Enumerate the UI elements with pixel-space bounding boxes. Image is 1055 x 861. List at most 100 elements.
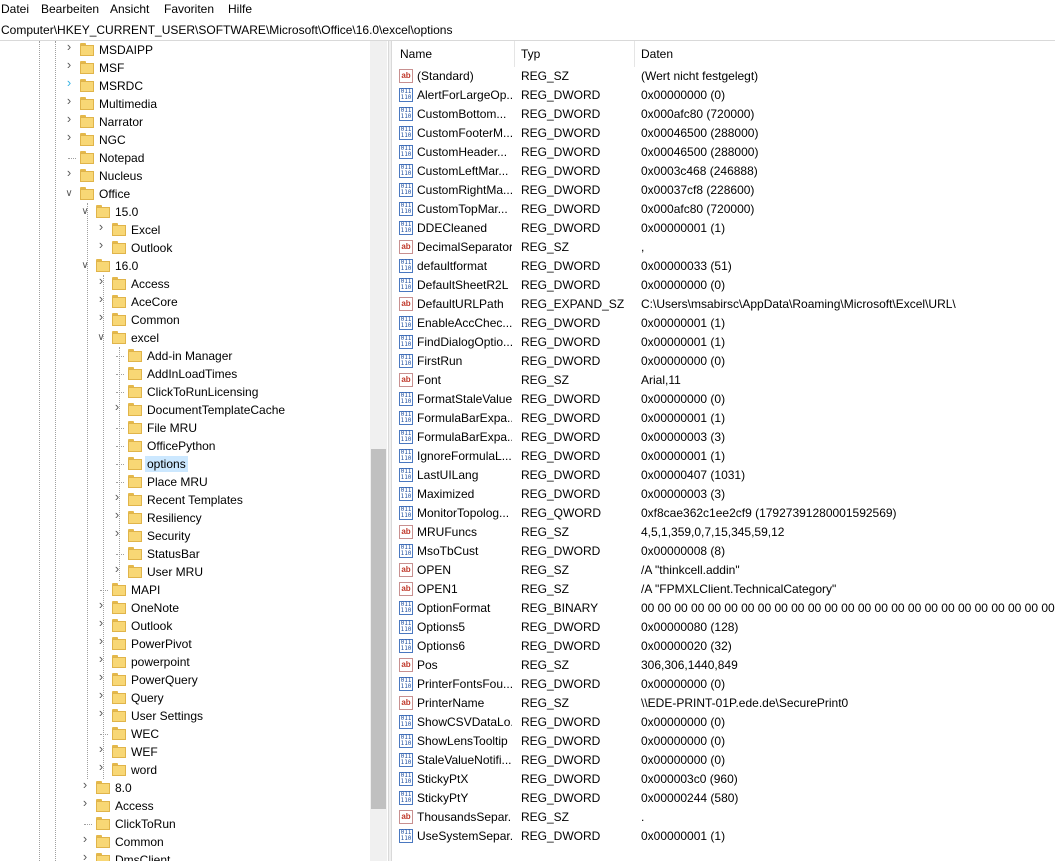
value-row[interactable]: ab (Standard) REG_SZ (Wert nicht festgelegt… — [394, 67, 1055, 86]
chevron-right-icon[interactable]: › — [96, 706, 106, 719]
chevron-right-icon[interactable]: › — [96, 652, 106, 665]
tree-node[interactable]: Notepad — [0, 149, 370, 167]
value-row[interactable]: 011 110 CustomHeader... REG_DWORD 0x0004650… — [394, 143, 1055, 162]
menu-hilfe[interactable]: Hilfe — [228, 2, 252, 16]
tree-node[interactable]: › MSDAIPP — [0, 41, 370, 59]
value-row[interactable]: 011 110 defaultformat REG_DWORD 0x00000033 … — [394, 257, 1055, 276]
chevron-right-icon[interactable]: › — [112, 526, 122, 539]
tree-node[interactable]: WEC — [0, 725, 370, 743]
value-row[interactable]: 011 110 FirstRun REG_DWORD 0x00000000 (0) — [394, 352, 1055, 371]
value-row[interactable]: 011 110 StickyPtX REG_DWORD 0x000003c0 (960… — [394, 770, 1055, 789]
value-row[interactable]: ab OPEN1 REG_SZ/A "FPMXLClient.TechnicalCa… — [394, 580, 1055, 599]
chevron-right-icon[interactable]: › — [64, 112, 74, 125]
chevron-right-icon[interactable]: › — [64, 94, 74, 107]
tree-node[interactable]: ∨ Office — [0, 185, 370, 203]
value-row[interactable]: 011 110 ShowCSVDataLo... REG_DWORD 0x000000… — [394, 713, 1055, 732]
value-row[interactable]: 011 110 CustomTopMar... REG_DWORD 0x000afc8… — [394, 200, 1055, 219]
value-row[interactable]: ab ThousandsSepar... REG_SZ. — [394, 808, 1055, 827]
value-row[interactable]: 011 110 UseSystemSepar... REG_DWORD 0x00000… — [394, 827, 1055, 846]
value-row[interactable]: 011 110 ShowLensTooltip REG_DWORD 0x0000000… — [394, 732, 1055, 751]
address-bar[interactable]: Computer\HKEY_CURRENT_USER\SOFTWARE\Micr… — [0, 20, 1055, 41]
chevron-right-icon[interactable]: › — [96, 742, 106, 755]
value-row[interactable]: 011 110 IgnoreFormulaL... REG_DWORD 0x00000… — [394, 447, 1055, 466]
tree-node[interactable]: › Security — [0, 526, 370, 545]
chevron-right-icon[interactable]: › — [96, 598, 106, 611]
value-row[interactable]: 011 110 CustomLeftMar... REG_DWORD 0x0003c4… — [394, 162, 1055, 181]
address-path[interactable]: Computer\HKEY_CURRENT_USER\SOFTWARE\Micr… — [1, 23, 452, 37]
tree-node[interactable]: OfficePython — [0, 437, 370, 455]
value-row[interactable]: 011 110 Maximized REG_DWORD 0x00000003 (3) — [394, 485, 1055, 504]
value-row[interactable]: 011 110 LastUILang REG_DWORD 0x00000407 (10… — [394, 466, 1055, 485]
tree-node[interactable]: AddInLoadTimes — [0, 365, 370, 383]
chevron-right-icon[interactable]: › — [96, 634, 106, 647]
column-data[interactable]: Daten — [635, 41, 1055, 67]
value-row[interactable]: ab PrinterName REG_SZ \\EDE-PRINT-01P.ede.d… — [394, 694, 1055, 713]
tree-node[interactable]: › Multimedia — [0, 94, 370, 113]
tree-node[interactable]: › DocumentTemplateCache — [0, 400, 370, 419]
pane-splitter[interactable] — [388, 41, 392, 861]
value-row[interactable]: 011 110 MonitorTopolog... REG_QWORD 0xf8cae… — [394, 504, 1055, 523]
chevron-right-icon[interactable]: › — [112, 400, 122, 413]
value-row[interactable]: 011 110 CustomFooterM... REG_DWORD 0x000465… — [394, 124, 1055, 143]
tree-node[interactable]: › Outlook — [0, 616, 370, 635]
tree-node[interactable]: › WEF — [0, 742, 370, 761]
tree-node[interactable]: › Common — [0, 832, 370, 851]
chevron-right-icon[interactable]: › — [96, 292, 106, 305]
tree-scrollbar-thumb[interactable] — [371, 449, 386, 809]
tree-node[interactable]: Add-in Manager — [0, 347, 370, 365]
chevron-down-icon[interactable]: ∨ — [64, 189, 74, 199]
chevron-right-icon[interactable]: › — [80, 796, 90, 809]
tree-node[interactable]: options — [0, 455, 370, 473]
value-row[interactable]: 011 110 Options6 REG_DWORD 0x00000020 (32) — [394, 637, 1055, 656]
value-row[interactable]: 011 110 StickyPtY REG_DWORD 0x00000244 (580… — [394, 789, 1055, 808]
chevron-down-icon[interactable]: ∨ — [80, 261, 90, 271]
tree-node[interactable]: ∨ excel — [0, 329, 370, 347]
column-name[interactable]: Name — [394, 41, 515, 67]
chevron-right-icon[interactable]: › — [64, 166, 74, 179]
tree-node[interactable]: › OneNote — [0, 598, 370, 617]
tree-node[interactable]: › AceCore — [0, 292, 370, 311]
tree-node[interactable]: › Outlook — [0, 238, 370, 257]
value-row[interactable]: ab DefaultURLPath REG_EXPAND_SZ C:\Users\ms… — [394, 295, 1055, 314]
tree-node[interactable]: › Narrator — [0, 112, 370, 131]
value-row[interactable]: 011 110 AlertForLargeOp... REG_DWORD 0x0000… — [394, 86, 1055, 105]
value-row[interactable]: ab Font REG_SZ Arial,11 — [394, 371, 1055, 390]
value-row[interactable]: ab MRUFuncs REG_SZ 4,5,1,359,0,7,15,345,59,… — [394, 523, 1055, 542]
chevron-right-icon[interactable]: › — [80, 850, 90, 861]
value-row[interactable]: 011 110 CustomRightMa... REG_DWORD 0x00037c… — [394, 181, 1055, 200]
value-row[interactable]: 011 110 PrinterFontsFou... REG_DWORD 0x0000… — [394, 675, 1055, 694]
tree-node[interactable]: › Common — [0, 310, 370, 329]
value-row[interactable]: ab DecimalSeparator REG_SZ, — [394, 238, 1055, 257]
tree-node[interactable]: › Access — [0, 796, 370, 815]
values-list[interactable]: Name Typ Daten ab (Standard) REG_SZ (Wert n… — [394, 41, 1055, 861]
tree-node[interactable]: › Resiliency — [0, 508, 370, 527]
tree-node[interactable]: › Nucleus — [0, 166, 370, 185]
value-row[interactable]: 011 110 FormatStaleValues REG_DWORD 0x00000… — [394, 390, 1055, 409]
value-row[interactable]: 011 110 FormulaBarExpa... REG_DWORD 0x00000… — [394, 409, 1055, 428]
menu-datei[interactable]: Datei — [1, 2, 29, 16]
value-row[interactable]: 011 110 MsoTbCust REG_DWORD 0x00000008 (8) — [394, 542, 1055, 561]
tree-node[interactable]: Place MRU — [0, 473, 370, 491]
tree-node[interactable]: › MSRDC — [0, 76, 370, 95]
tree-node[interactable]: StatusBar — [0, 545, 370, 563]
tree-node[interactable]: › word — [0, 760, 370, 779]
value-row[interactable]: 011 110 FindDialogOptio... REG_DWORD 0x0000… — [394, 333, 1055, 352]
tree-node[interactable]: ∨ 16.0 — [0, 257, 370, 275]
tree-scrollbar[interactable] — [370, 41, 387, 861]
tree-node[interactable]: › PowerQuery — [0, 670, 370, 689]
value-row[interactable]: ab OPEN REG_SZ/A "thinkcell.addin" — [394, 561, 1055, 580]
chevron-right-icon[interactable]: › — [64, 41, 74, 53]
column-type[interactable]: Typ — [515, 41, 635, 67]
tree-node[interactable]: › NGC — [0, 130, 370, 149]
chevron-right-icon[interactable]: › — [112, 562, 122, 575]
chevron-right-icon[interactable]: › — [96, 688, 106, 701]
value-row[interactable]: ab Pos REG_SZ 306,306,1440,849 — [394, 656, 1055, 675]
chevron-right-icon[interactable]: › — [96, 760, 106, 773]
tree-node[interactable]: › powerpoint — [0, 652, 370, 671]
chevron-right-icon[interactable]: › — [112, 490, 122, 503]
tree-node[interactable]: MAPI — [0, 581, 370, 599]
value-row[interactable]: 011 110 CustomBottom... REG_DWORD 0x000afc8… — [394, 105, 1055, 124]
value-row[interactable]: 011 110 OptionFormat REG_BINARY 00 00 00 00… — [394, 599, 1055, 618]
value-row[interactable]: 011 110 Options5 REG_DWORD 0x00000080 (128) — [394, 618, 1055, 637]
value-row[interactable]: 011 110 DDECleaned REG_DWORD 0x00000001 (1) — [394, 219, 1055, 238]
